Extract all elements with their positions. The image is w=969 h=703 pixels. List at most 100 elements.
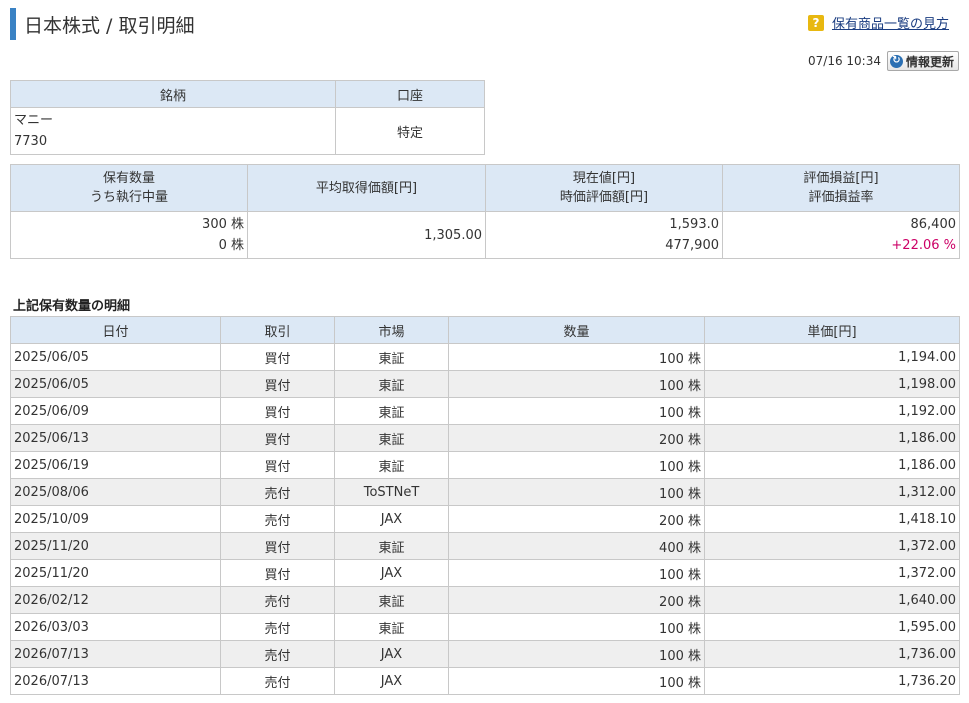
row-date: 2025/06/05 <box>10 343 221 371</box>
row-date: 2025/11/20 <box>10 559 221 587</box>
current-price: 1,593.0 <box>669 217 719 232</box>
update-row: 07/16 10:34 ↻ 情報更新 <box>808 51 959 71</box>
table-row: 2025/06/13 買付 東証 200 株 1,186.00 <box>10 424 960 452</box>
row-trade: 買付 <box>220 397 335 425</box>
table-row: 2025/10/09 売付 JAX 200 株 1,418.10 <box>10 505 960 533</box>
row-trade: 買付 <box>220 532 335 560</box>
row-date: 2026/03/03 <box>10 613 221 641</box>
details-body: 2025/06/05 買付 東証 100 株 1,194.00 2025/06/05 買付東… <box>10 343 960 695</box>
details-table: 日付 取引 市場 数量 単価[円] 2025/06/05 買付 東証 100 株 1,1… <box>10 316 960 695</box>
details-header-trade: 取引 <box>220 316 335 344</box>
row-trade: 買付 <box>220 451 335 479</box>
row-market: ToSTNeT <box>334 478 449 506</box>
table-row: 2026/07/13 売付 JAX 100 株 1,736.20 <box>10 667 960 695</box>
header-executing-qty: うち執行中量 <box>89 190 168 205</box>
row-price: 1,736.20 <box>704 667 960 695</box>
help-link-group: ? 保有商品一覧の見方 <box>807 13 949 32</box>
security-header-account: 口座 <box>335 80 485 108</box>
row-qty: 100 株 <box>448 559 705 587</box>
row-price: 1,372.00 <box>704 559 960 587</box>
row-qty: 100 株 <box>448 451 705 479</box>
qty-cell: 300 株 0 株 <box>10 211 248 259</box>
row-date: 2025/06/13 <box>10 424 221 452</box>
table-row: 2026/02/12 売付 東証 200 株 1,640.00 <box>10 586 960 614</box>
row-price: 1,312.00 <box>704 478 960 506</box>
avg-price: 1,305.00 <box>247 211 486 259</box>
row-date: 2026/07/13 <box>10 667 221 695</box>
row-date: 2026/02/12 <box>10 586 221 614</box>
row-market: 東証 <box>334 424 449 452</box>
row-market: JAX <box>334 505 449 533</box>
row-qty: 100 株 <box>448 343 705 371</box>
help-link[interactable]: 保有商品一覧の見方 <box>832 13 949 32</box>
row-market: JAX <box>334 640 449 668</box>
details-section-title: 上記保有数量の明細 <box>13 299 131 314</box>
details-header-qty: 数量 <box>448 316 705 344</box>
row-qty: 200 株 <box>448 586 705 614</box>
row-trade: 売付 <box>220 667 335 695</box>
row-trade: 売付 <box>220 505 335 533</box>
row-qty: 200 株 <box>448 424 705 452</box>
row-market: JAX <box>334 559 449 587</box>
table-row: 2025/06/05 買付 東証 100 株 1,198.00 <box>10 370 960 398</box>
details-header-market: 市場 <box>334 316 449 344</box>
table-row: 2025/06/09 買付 東証 100 株 1,192.00 <box>10 397 960 425</box>
row-trade: 買付 <box>220 370 335 398</box>
table-row: 2025/11/20 買付 東証 400 株 1,372.00 <box>10 532 960 560</box>
price-cell: 1,593.0 477,900 <box>485 211 723 259</box>
row-market: 東証 <box>334 586 449 614</box>
help-question-icon: ? <box>807 14 824 31</box>
row-qty: 100 株 <box>448 478 705 506</box>
table-row: 2025/11/20 買付 JAX 100 株 1,372.00 <box>10 559 960 587</box>
pl-amount: 86,400 <box>910 217 957 232</box>
row-trade: 売付 <box>220 640 335 668</box>
security-code: 7730 <box>14 134 48 149</box>
row-trade: 売付 <box>220 478 335 506</box>
row-price: 1,640.00 <box>704 586 960 614</box>
header-holding-qty: 保有数量 <box>102 171 155 186</box>
row-date: 2026/07/13 <box>10 640 221 668</box>
row-price: 1,595.00 <box>704 613 960 641</box>
update-button-label: 情報更新 <box>905 54 954 69</box>
header-pl: 評価損益[円] <box>803 171 879 186</box>
refresh-icon: ↻ <box>889 54 903 68</box>
row-qty: 400 株 <box>448 532 705 560</box>
row-trade: 買付 <box>220 343 335 371</box>
row-qty: 100 株 <box>448 667 705 695</box>
table-row: 2025/08/06 売付 ToSTNeT 100 株 1,312.00 <box>10 478 960 506</box>
row-price: 1,194.00 <box>704 343 960 371</box>
row-price: 1,198.00 <box>704 370 960 398</box>
summary-table: 保有数量 うち執行中量 平均取得価額[円] 現在値[円] 時価評価額[円] 評価… <box>10 164 960 259</box>
row-qty: 200 株 <box>448 505 705 533</box>
row-date: 2025/10/09 <box>10 505 221 533</box>
row-market: 東証 <box>334 613 449 641</box>
row-market: 東証 <box>334 343 449 371</box>
account-type: 特定 <box>335 107 485 155</box>
row-trade: 売付 <box>220 613 335 641</box>
row-qty: 100 株 <box>448 397 705 425</box>
row-trade: 買付 <box>220 424 335 452</box>
summary-header-price: 現在値[円] 時価評価額[円] <box>485 164 723 212</box>
header-avg-price: 平均取得価額[円] <box>315 180 418 196</box>
row-qty: 100 株 <box>448 613 705 641</box>
page-title-bar: 日本株式 / 取引明細 <box>10 8 194 40</box>
pl-cell: 86,400 +22.06 % <box>722 211 960 259</box>
row-market: 東証 <box>334 532 449 560</box>
market-value: 477,900 <box>665 238 719 253</box>
row-trade: 買付 <box>220 559 335 587</box>
security-table: 銘柄 口座 マニー 7730 特定 <box>10 80 485 155</box>
header-market-value: 時価評価額[円] <box>559 190 649 205</box>
header-current-price: 現在値[円] <box>572 171 636 186</box>
security-name: マニー <box>14 113 54 128</box>
row-qty: 100 株 <box>448 370 705 398</box>
row-price: 1,736.00 <box>704 640 960 668</box>
row-date: 2025/08/06 <box>10 478 221 506</box>
row-qty: 100 株 <box>448 640 705 668</box>
details-header-date: 日付 <box>10 316 221 344</box>
row-market: JAX <box>334 667 449 695</box>
table-row: 2025/06/05 買付 東証 100 株 1,194.00 <box>10 343 960 371</box>
summary-header-pl: 評価損益[円] 評価損益率 <box>722 164 960 212</box>
details-header-price: 単価[円] <box>704 316 960 344</box>
row-price: 1,418.10 <box>704 505 960 533</box>
update-button[interactable]: ↻ 情報更新 <box>886 51 959 71</box>
